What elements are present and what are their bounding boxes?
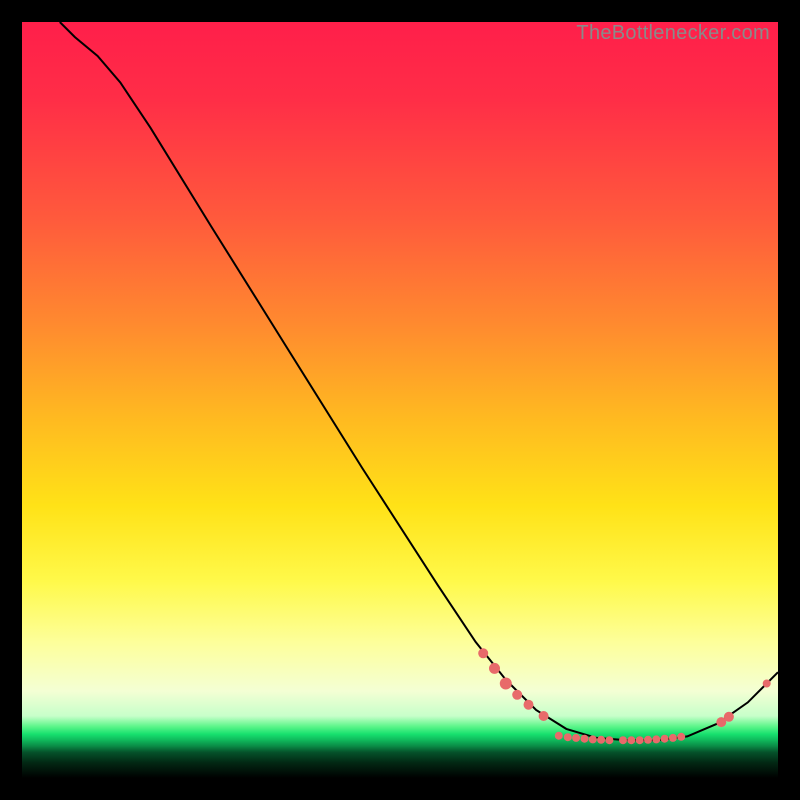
bottleneck-curve — [60, 22, 778, 740]
highlight-dot — [605, 736, 613, 744]
chart-overlay — [22, 22, 778, 778]
highlight-dot — [636, 736, 644, 744]
highlight-dot — [597, 736, 605, 744]
highlight-dot — [564, 733, 572, 741]
highlight-dot — [589, 735, 597, 743]
highlight-dot — [619, 736, 627, 744]
highlight-dot — [539, 711, 549, 721]
chart-frame: TheBottlenecker.com — [22, 22, 778, 778]
highlight-dot — [652, 735, 660, 743]
highlight-dot — [627, 736, 635, 744]
highlight-dot — [489, 663, 500, 674]
highlight-dot — [724, 712, 734, 722]
highlight-dot — [555, 732, 563, 740]
highlight-dot — [763, 680, 771, 688]
highlight-dot — [512, 690, 522, 700]
highlight-dot — [478, 648, 488, 658]
highlight-dot — [524, 700, 534, 710]
highlight-dot — [500, 678, 512, 690]
highlight-dot — [677, 733, 685, 741]
highlight-dot — [581, 735, 589, 743]
highlight-dot — [644, 736, 652, 744]
highlight-dot — [669, 734, 677, 742]
highlight-dot — [661, 735, 669, 743]
watermark-text: TheBottlenecker.com — [576, 22, 770, 45]
highlight-dot — [572, 734, 580, 742]
